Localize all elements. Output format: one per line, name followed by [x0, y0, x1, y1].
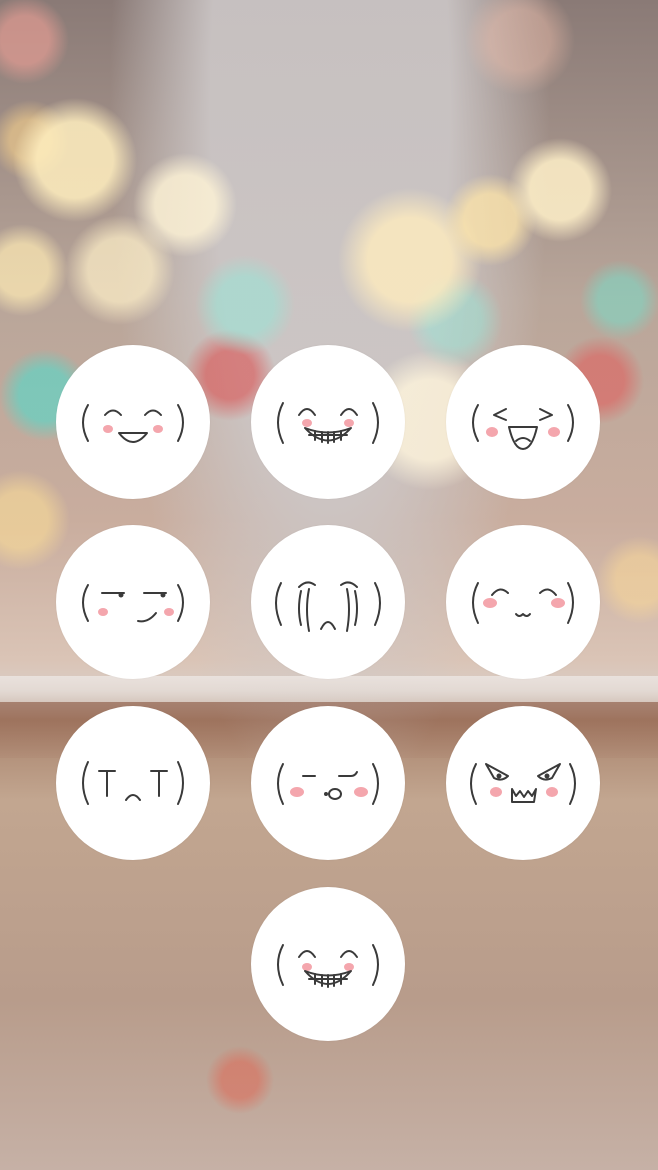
- unimpressed-pout-face-icon: [277, 763, 379, 805]
- pattern-key-4[interactable]: [56, 525, 210, 679]
- pattern-key-10[interactable]: [251, 887, 405, 1041]
- pattern-key-7[interactable]: [56, 706, 210, 860]
- pattern-key-8[interactable]: [251, 706, 405, 860]
- window-sill-background: [0, 676, 658, 702]
- smiling-open-mouth-face-icon: [82, 404, 184, 443]
- crying-face-icon: [275, 581, 381, 632]
- pattern-key-9[interactable]: [446, 706, 600, 860]
- smirking-face-icon: [82, 584, 184, 623]
- sad-tears-face-icon: [82, 761, 184, 805]
- pattern-key-3[interactable]: [446, 345, 600, 499]
- pattern-key-2[interactable]: [251, 345, 405, 499]
- grinning-teeth-face-icon: [277, 944, 379, 988]
- pattern-key-1[interactable]: [56, 345, 210, 499]
- content-cat-mouth-face-icon: [472, 582, 574, 624]
- laughing-squint-face-icon: [472, 404, 574, 450]
- pattern-key-6[interactable]: [446, 525, 600, 679]
- angry-face-icon: [470, 763, 576, 805]
- grinning-teeth-face-icon: [277, 402, 379, 444]
- pattern-key-5[interactable]: [251, 525, 405, 679]
